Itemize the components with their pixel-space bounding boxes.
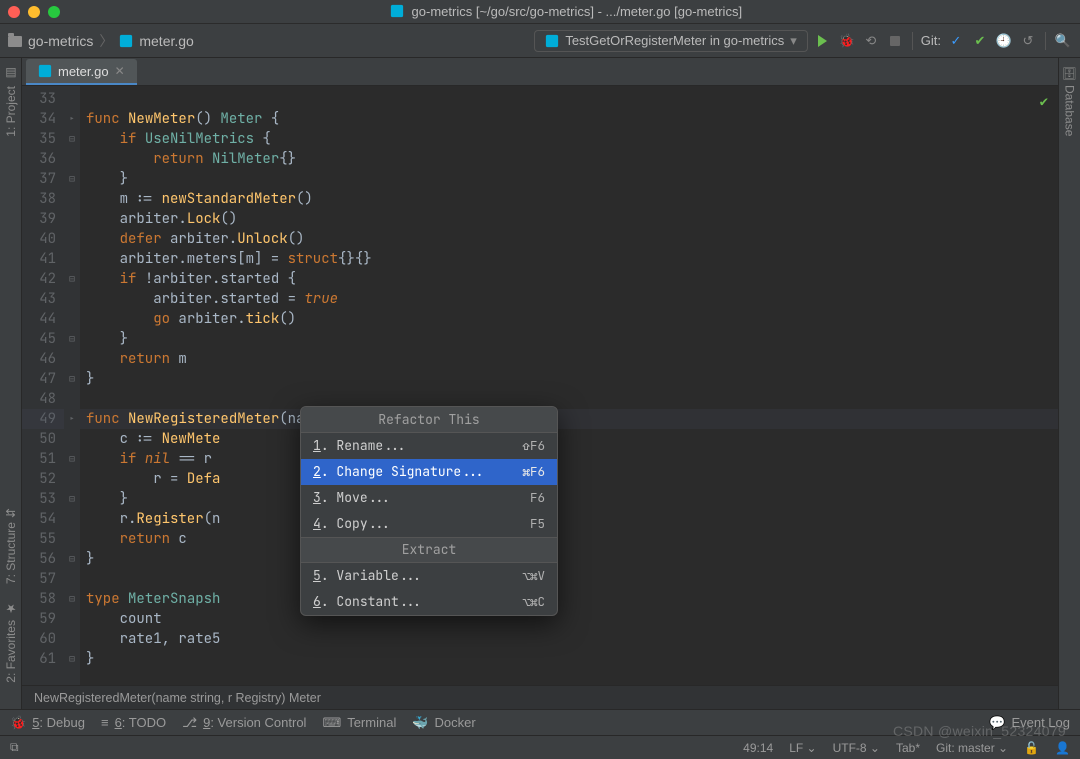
- search-everywhere-button[interactable]: 🔍: [1054, 32, 1072, 50]
- refactor-item-change-signature[interactable]: 2. Change Signature...⌘F6: [301, 459, 557, 485]
- branch-icon: ⎇: [182, 715, 197, 731]
- run-with-coverage-button[interactable]: ⟲: [862, 32, 880, 50]
- go-file-icon: [38, 64, 52, 78]
- refactor-item-rename[interactable]: 1. Rename...⇧F6: [301, 433, 557, 459]
- revert-button[interactable]: ↺: [1019, 32, 1037, 50]
- minimize-window-icon[interactable]: [28, 6, 40, 18]
- breadcrumb-project[interactable]: go-metrics: [28, 33, 93, 49]
- editor-breadcrumb[interactable]: NewRegisteredMeter(name string, r Regist…: [22, 685, 1058, 709]
- todo-tool-button[interactable]: ≡6: TODO: [101, 715, 166, 730]
- chevron-right-icon: 〉: [99, 31, 113, 51]
- list-icon: ≡: [101, 715, 109, 730]
- run-button[interactable]: [814, 32, 832, 50]
- readonly-toggle-icon[interactable]: 🔓: [1024, 741, 1039, 755]
- window-titlebar: go-metrics [~/go/src/go-metrics] - .../m…: [0, 0, 1080, 24]
- close-tab-icon[interactable]: ✕: [115, 64, 125, 78]
- project-tool-button[interactable]: 1: Project ▤: [3, 66, 19, 137]
- window-title: go-metrics [~/go/src/go-metrics] - .../m…: [60, 4, 1072, 19]
- breadcrumb-file[interactable]: meter.go: [139, 33, 193, 49]
- debug-tool-button[interactable]: 🐞55: Debug: Debug: [10, 715, 85, 731]
- terminal-icon: ⌨: [322, 715, 341, 731]
- line-separator[interactable]: LF ⌄: [789, 741, 816, 755]
- refactor-this-popup: Refactor This 1. Rename...⇧F62. Change S…: [300, 406, 558, 616]
- docker-tool-button[interactable]: 🐳Docker: [412, 715, 475, 731]
- editor-tabs: meter.go ✕: [22, 58, 1058, 86]
- refactor-item-constant[interactable]: 6. Constant...⌥⌘C: [301, 589, 557, 615]
- close-window-icon[interactable]: [8, 6, 20, 18]
- stop-button[interactable]: [886, 32, 904, 50]
- left-tool-stripe: 1: Project ▤ 7: Structure ⇵ 2: Favorites…: [0, 58, 22, 709]
- editor-tab-meter[interactable]: meter.go ✕: [26, 59, 137, 85]
- database-icon: 🗄: [1063, 66, 1077, 81]
- watermark: CSDN @weixin_52324079: [893, 723, 1066, 739]
- docker-icon: 🐳: [412, 715, 428, 731]
- indent-setting[interactable]: Tab*: [896, 741, 920, 755]
- debug-button[interactable]: 🐞: [838, 32, 856, 50]
- git-update-button[interactable]: ✓: [947, 32, 965, 50]
- line-number-gutter: 3334353637383940414243444546474849505152…: [22, 86, 64, 685]
- fold-gutter[interactable]: ▸⊟⊟⊟⊟⊟▸⊟⊟⊟⊟⊟: [64, 86, 80, 685]
- favorites-tool-button[interactable]: 2: Favorites ★: [4, 602, 18, 683]
- git-branch[interactable]: Git: master ⌄: [936, 741, 1008, 755]
- history-button[interactable]: 🕘: [995, 32, 1013, 50]
- project-icon: ▤: [3, 66, 19, 82]
- structure-tool-button[interactable]: 7: Structure ⇵: [4, 508, 18, 584]
- popup-title: Refactor This: [301, 407, 557, 433]
- folder-icon: [8, 36, 22, 47]
- run-configuration-selector[interactable]: TestGetOrRegisterMeter in go-metrics ▾: [534, 30, 807, 52]
- terminal-tool-button[interactable]: ⌨Terminal: [322, 715, 396, 731]
- structure-icon: ⇵: [4, 508, 18, 518]
- caret-position[interactable]: 49:14: [743, 741, 773, 755]
- database-tool-button[interactable]: 🗄 Database: [1063, 66, 1077, 137]
- navigation-toolbar: go-metrics 〉 meter.go TestGetOrRegisterM…: [0, 24, 1080, 58]
- popup-section-header: Extract: [301, 537, 557, 563]
- star-icon: ★: [4, 602, 18, 616]
- version-control-tool-button[interactable]: ⎇9: Version Control: [182, 715, 306, 731]
- git-label: Git:: [921, 33, 941, 48]
- bug-icon: 🐞: [10, 715, 26, 731]
- gopher-icon: [545, 34, 559, 48]
- go-file-icon: [119, 34, 133, 48]
- file-encoding[interactable]: UTF-8 ⌄: [833, 741, 880, 755]
- right-tool-stripe: 🗄 Database: [1058, 58, 1080, 709]
- tool-window-toggle-icon[interactable]: ⧉: [10, 740, 19, 755]
- zoom-window-icon[interactable]: [48, 6, 60, 18]
- code-editor[interactable]: ✔ 33343536373839404142434445464748495051…: [22, 86, 1058, 685]
- refactor-item-copy[interactable]: 4. Copy...F5: [301, 511, 557, 537]
- refactor-item-move[interactable]: 3. Move...F6: [301, 485, 557, 511]
- refactor-item-variable[interactable]: 5. Variable...⌥⌘V: [301, 563, 557, 589]
- chevron-down-icon: ▾: [790, 33, 797, 49]
- git-commit-button[interactable]: ✔: [971, 32, 989, 50]
- editor-tab-label: meter.go: [58, 64, 109, 79]
- memory-indicator-icon[interactable]: 👤: [1055, 741, 1070, 755]
